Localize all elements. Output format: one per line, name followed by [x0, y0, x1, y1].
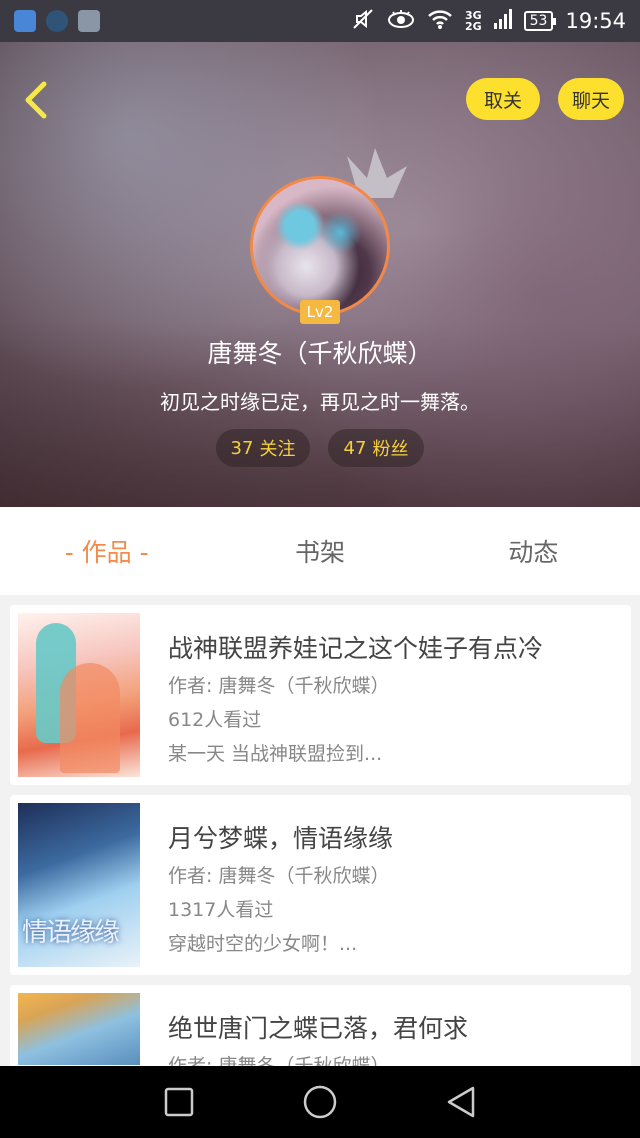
fans-count: 47 [343, 437, 367, 459]
profile-tabs: - 作品 - 书架 动态 [0, 507, 640, 595]
chevron-left-icon [25, 81, 47, 119]
gallery-app-icon [78, 10, 100, 32]
book-author: 作者: 唐舞冬（千秋欣蝶） [168, 675, 390, 697]
book-cover [18, 613, 140, 777]
tab-bookshelf[interactable]: 书架 [213, 507, 426, 595]
circle-icon [303, 1085, 337, 1119]
signature: 初见之时缘已定，再见之时一舞落。 [160, 390, 480, 414]
unfollow-button[interactable]: 取关 [466, 78, 540, 120]
book-description: 某一天 当战神联盟捡到... [168, 743, 383, 765]
tab-activity[interactable]: 动态 [427, 507, 640, 595]
book-title: 绝世唐门之蝶已落，君何求 [168, 1014, 469, 1043]
fans-label: 粉丝 [372, 439, 409, 460]
chat-button[interactable]: 聊天 [558, 78, 624, 120]
eye-comfort-icon [387, 8, 415, 35]
back-nav-button[interactable] [445, 1085, 477, 1119]
avatar-app-icon [46, 10, 68, 32]
health-app-icon [14, 10, 36, 32]
tab-works[interactable]: - 作品 - [0, 507, 213, 595]
square-icon [165, 1087, 194, 1117]
network-type-bottom: 2G [464, 20, 482, 33]
signal-icon [493, 8, 512, 35]
following-label: 关注 [259, 439, 296, 460]
fans-stat[interactable]: 47 粉丝 [328, 429, 424, 467]
works-list: 战神联盟养娃记之这个娃子有点冷 作者: 唐舞冬（千秋欣蝶） 612人看过 某一天… [10, 605, 631, 1138]
book-views: 1317人看过 [168, 899, 274, 921]
book-views: 612人看过 [168, 709, 262, 731]
wifi-icon [427, 8, 453, 35]
notification-icons [14, 10, 100, 32]
level-badge: Lv2 [300, 300, 340, 324]
battery-indicator: 53 [523, 11, 557, 31]
nickname: 唐舞冬（千秋欣蝶） [207, 339, 433, 368]
profile-header: 取关 聊天 Lv2 唐舞冬（千秋欣蝶） 初见之时缘已定，再见之时一舞落。 37 … [0, 42, 640, 507]
list-item[interactable]: 战神联盟养娃记之这个娃子有点冷 作者: 唐舞冬（千秋欣蝶） 612人看过 某一天… [10, 605, 631, 785]
back-button[interactable] [16, 78, 56, 122]
mute-icon [351, 7, 375, 36]
avatar[interactable] [250, 176, 390, 316]
avatar-image [250, 176, 390, 316]
book-description: 穿越时空的少女啊！... [168, 933, 358, 955]
book-author: 作者: 唐舞冬（千秋欣蝶） [168, 865, 390, 887]
status-bar: 3G 2G 53 19:54 [0, 0, 640, 42]
book-title: 月兮梦蝶，情语缘缘 [168, 824, 394, 853]
book-cover [18, 803, 140, 967]
system-nav-bar [0, 1066, 640, 1138]
following-count: 37 [230, 437, 254, 459]
network-type: 3G 2G [465, 10, 482, 32]
recent-apps-button[interactable] [163, 1086, 195, 1118]
book-cover [18, 993, 140, 1065]
triangle-back-icon [447, 1086, 474, 1118]
home-button[interactable] [302, 1084, 338, 1120]
following-stat[interactable]: 37 关注 [216, 429, 310, 467]
clock: 19:54 [565, 9, 626, 33]
book-title: 战神联盟养娃记之这个娃子有点冷 [168, 634, 544, 663]
list-item[interactable]: 月兮梦蝶，情语缘缘 作者: 唐舞冬（千秋欣蝶） 1317人看过 穿越时空的少女啊… [10, 795, 631, 975]
